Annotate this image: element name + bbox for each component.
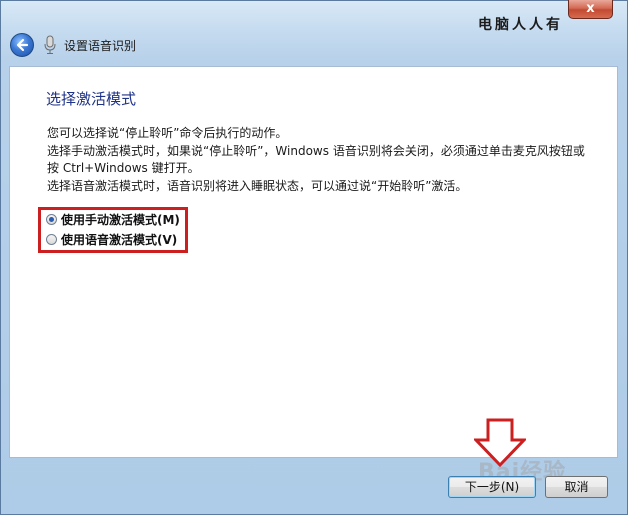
radio-voice-label: 使用语音激活模式(V) bbox=[61, 232, 178, 247]
close-icon: x bbox=[586, 1, 595, 16]
back-button[interactable] bbox=[10, 33, 34, 57]
radio-voice-activation[interactable]: 使用语音激活模式(V) bbox=[46, 230, 177, 248]
watermark-text: 电脑人人有 bbox=[478, 17, 563, 33]
back-arrow-icon bbox=[16, 38, 29, 52]
radio-button-unchecked[interactable] bbox=[46, 233, 57, 245]
description-line-4: 选择语音激活模式时，语音识别将进入睡眠状态，可以通过说“开始聆听”激活。 bbox=[47, 178, 468, 193]
microphone-icon bbox=[44, 35, 56, 54]
description-line-3: 按 Ctrl+Windows 键打开。 bbox=[47, 161, 200, 176]
radio-button-checked[interactable] bbox=[46, 213, 57, 225]
radio-manual-activation[interactable]: 使用手动激活模式(M) bbox=[46, 210, 180, 228]
radio-manual-label: 使用手动激活模式(M) bbox=[61, 212, 180, 227]
next-button[interactable]: 下一步(N) bbox=[448, 476, 536, 498]
window-title: 设置语音识别 bbox=[64, 39, 137, 53]
close-button[interactable]: x bbox=[568, 0, 613, 19]
description-line-1: 您可以选择说“停止聆听”命令后执行的动作。 bbox=[47, 126, 288, 140]
cancel-button[interactable]: 取消 bbox=[545, 476, 608, 498]
description-line-2: 选择手动激活模式时，如果说“停止聆听”，Windows 语音识别将会关闭，必须通… bbox=[47, 143, 585, 158]
page-heading: 选择激活模式 bbox=[46, 90, 137, 108]
description: 您可以选择说“停止聆听”命令后执行的动作。 选择手动激活模式时，如果说“停止聆听… bbox=[47, 125, 607, 195]
